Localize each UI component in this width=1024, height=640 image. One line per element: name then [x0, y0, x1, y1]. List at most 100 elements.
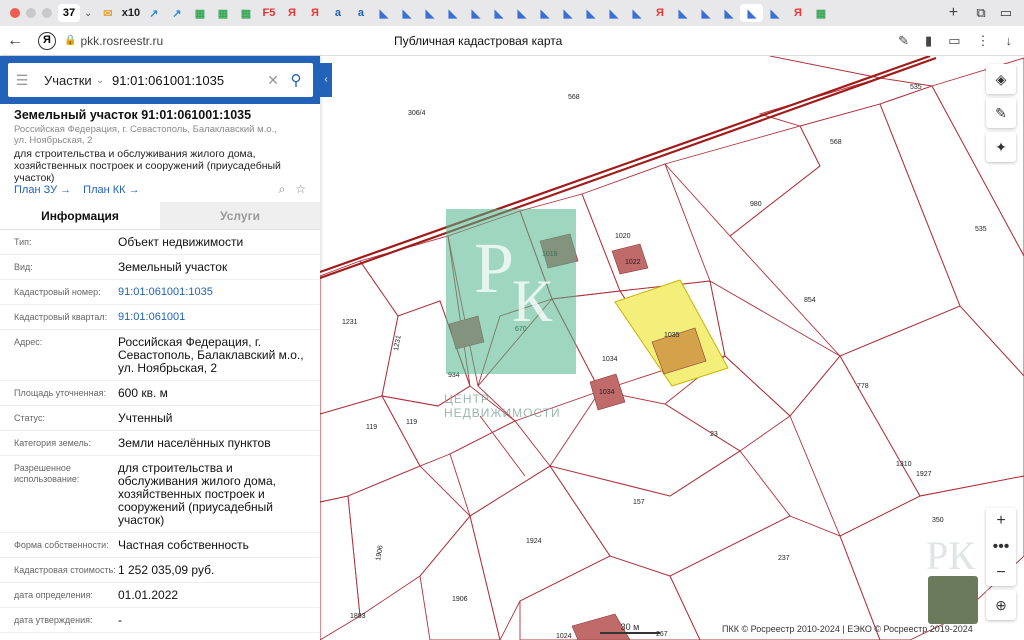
attribute-label: Разрешенное использование:	[14, 463, 80, 484]
nav-icon[interactable]: ◣	[763, 4, 786, 22]
plan-zu-link[interactable]: План ЗУ →	[14, 184, 71, 196]
nav-icon[interactable]: ◣	[740, 4, 764, 22]
parcel-label: 1022	[625, 259, 641, 266]
nav-icon[interactable]: ◣	[464, 4, 487, 22]
apps-icon[interactable]: ▦	[211, 4, 234, 22]
nav-icon[interactable]: ◣	[510, 4, 533, 22]
nav-icon[interactable]: ◣	[579, 4, 602, 22]
zoom-to-object-icon[interactable]: ⌕	[279, 182, 286, 197]
ruler-icon[interactable]: ✎	[986, 98, 1016, 128]
f5-icon[interactable]: F5	[257, 4, 280, 22]
apps-icon[interactable]: ▦	[234, 4, 257, 22]
tab-services[interactable]: Услуги	[160, 202, 320, 229]
bookmark-icon[interactable]: ▮	[925, 33, 932, 49]
collapse-panel-button[interactable]: ‹	[320, 63, 332, 97]
window-icon[interactable]: ▭	[1000, 5, 1012, 21]
a-icon[interactable]: a	[349, 4, 372, 22]
more-icon[interactable]: •••	[986, 534, 1016, 560]
maximize-window-icon[interactable]	[42, 8, 52, 18]
no-tracking-icon[interactable]: ✎	[898, 33, 909, 49]
tab-count[interactable]: 37	[58, 4, 80, 22]
map-canvas[interactable]: 306/456853556898053510201018102212311231…	[320, 56, 1024, 640]
attribute-value: Российская Федерация, г. Севастополь, Ба…	[118, 335, 304, 375]
more-icon[interactable]: ⋮	[977, 33, 990, 49]
object-title: Земельный участок 91:01:061001:1035	[14, 108, 252, 122]
nav-icon[interactable]: ◣	[418, 4, 441, 22]
layers-icon[interactable]: ◈	[986, 64, 1016, 94]
nav-icon[interactable]: ◣	[556, 4, 579, 22]
nav-icon[interactable]: ◣	[533, 4, 556, 22]
ya-icon[interactable]: Я	[786, 4, 809, 22]
basemap-switcher[interactable]	[928, 576, 978, 624]
attribute-value: Земельный участок	[118, 260, 228, 274]
zoom-controls: + ••• −	[986, 508, 1016, 586]
chart-icon[interactable]: ↗	[165, 4, 188, 22]
parcel-label: 535	[910, 84, 922, 91]
back-arrow-icon[interactable]: ←	[0, 32, 30, 50]
compass-icon[interactable]: ⊕	[986, 590, 1016, 620]
plan-kk-link[interactable]: План КК →	[83, 184, 139, 196]
attribute-label: Кадастровая стоимость:	[14, 565, 116, 575]
attribute-value: Земли населённых пунктов	[118, 436, 271, 450]
chevron-down-icon[interactable]: ⌄	[84, 8, 92, 19]
url-field[interactable]: 🔒 pkk.rosreestr.ru	[64, 34, 394, 48]
pinned-tabs: ✉ x10 ↗ ↗ ▦ ▦ ▦ F5 Я Яa a ◣ ◣ ◣ ◣ ◣ ◣ ◣ ◣ ◣ ◣ ◣ ◣ Я ◣ ◣ ◣ ◣ ◣ Я ▦	[96, 4, 942, 22]
menu-icon[interactable]: ☰	[8, 72, 36, 89]
close-window-icon[interactable]	[10, 8, 20, 18]
nav-icon[interactable]: ◣	[671, 4, 694, 22]
battery-icon[interactable]: ▭	[948, 33, 960, 49]
new-tab-button[interactable]: +	[942, 4, 964, 22]
apps-icon[interactable]: ▦	[809, 4, 832, 22]
nav-icon[interactable]: ◣	[372, 4, 395, 22]
tab-info[interactable]: Информация	[0, 202, 160, 229]
nav-icon[interactable]: ◣	[441, 4, 464, 22]
clear-icon[interactable]: ✕	[262, 72, 284, 89]
search-icon[interactable]: ⚲	[284, 71, 308, 89]
minimize-window-icon[interactable]	[26, 8, 36, 18]
attribute-value: 600 кв. м	[118, 386, 168, 400]
attribute-link[interactable]: 91:01:061001	[118, 311, 308, 324]
yandex-icon[interactable]: Я	[38, 31, 56, 50]
search-type-select[interactable]: Участки	[36, 73, 96, 88]
parcel-label: 1020	[615, 233, 631, 240]
attribute-label: дата утверждения:	[14, 615, 93, 625]
download-icon[interactable]: ↓	[1006, 33, 1013, 49]
attribute-link[interactable]: 91:01:061001:1035	[118, 286, 308, 299]
ya-icon[interactable]: Я	[648, 4, 671, 22]
ya-icon[interactable]: Я	[280, 4, 303, 22]
attribute-row: Статус: Учтенный	[0, 406, 320, 431]
zoom-out-button[interactable]: −	[986, 560, 1016, 586]
object-usage: для строительства и обслуживания жилого …	[14, 148, 281, 184]
parcel-label: 1035	[664, 332, 680, 339]
cadastral-map[interactable]: 306/456853556898053510201018102212311231…	[320, 56, 1024, 640]
parcel-label: 1310	[896, 461, 912, 468]
nav-icon[interactable]: ◣	[395, 4, 418, 22]
parcel-label: 1927	[916, 471, 932, 478]
ya-icon[interactable]: Я	[303, 4, 326, 22]
x10-icon[interactable]: x10	[119, 4, 142, 22]
nav-icon[interactable]: ◣	[625, 4, 648, 22]
nav-icon[interactable]: ◣	[717, 4, 740, 22]
parcel-label: 1924	[526, 538, 542, 545]
mail-icon[interactable]: ✉	[96, 4, 119, 22]
zoom-in-button[interactable]: +	[986, 508, 1016, 534]
chart-icon[interactable]: ↗	[142, 4, 165, 22]
search-input[interactable]	[112, 72, 262, 88]
nav-icon[interactable]: ◣	[487, 4, 510, 22]
nav-icon[interactable]: ◣	[602, 4, 625, 22]
nav-icon[interactable]: ◣	[694, 4, 717, 22]
tabs-overview-icon[interactable]: ⧉	[976, 5, 985, 21]
star-icon[interactable]: ☆	[295, 182, 306, 197]
attribute-row: Разрешенное использование: для строительс…	[0, 456, 320, 533]
chevron-down-icon[interactable]: ⌄	[96, 75, 112, 86]
apps-icon[interactable]: ▦	[188, 4, 211, 22]
attribute-row: дата утверждения: -	[0, 608, 320, 633]
parcel-label: 157	[633, 499, 645, 506]
attribute-row: Категория земель: Земли населённых пункто…	[0, 431, 320, 456]
page-title: Публичная кадастровая карта	[394, 33, 563, 48]
address-bar: ← Я 🔒 pkk.rosreestr.ru Публичная кадастр…	[0, 26, 1024, 56]
a-icon[interactable]: a	[326, 4, 349, 22]
attribute-row: Кадастровая стоимость: 1 252 035,09 руб.	[0, 558, 320, 583]
locate-icon[interactable]: ✦	[986, 132, 1016, 162]
attribute-label: Кадастровый квартал:	[14, 312, 108, 322]
